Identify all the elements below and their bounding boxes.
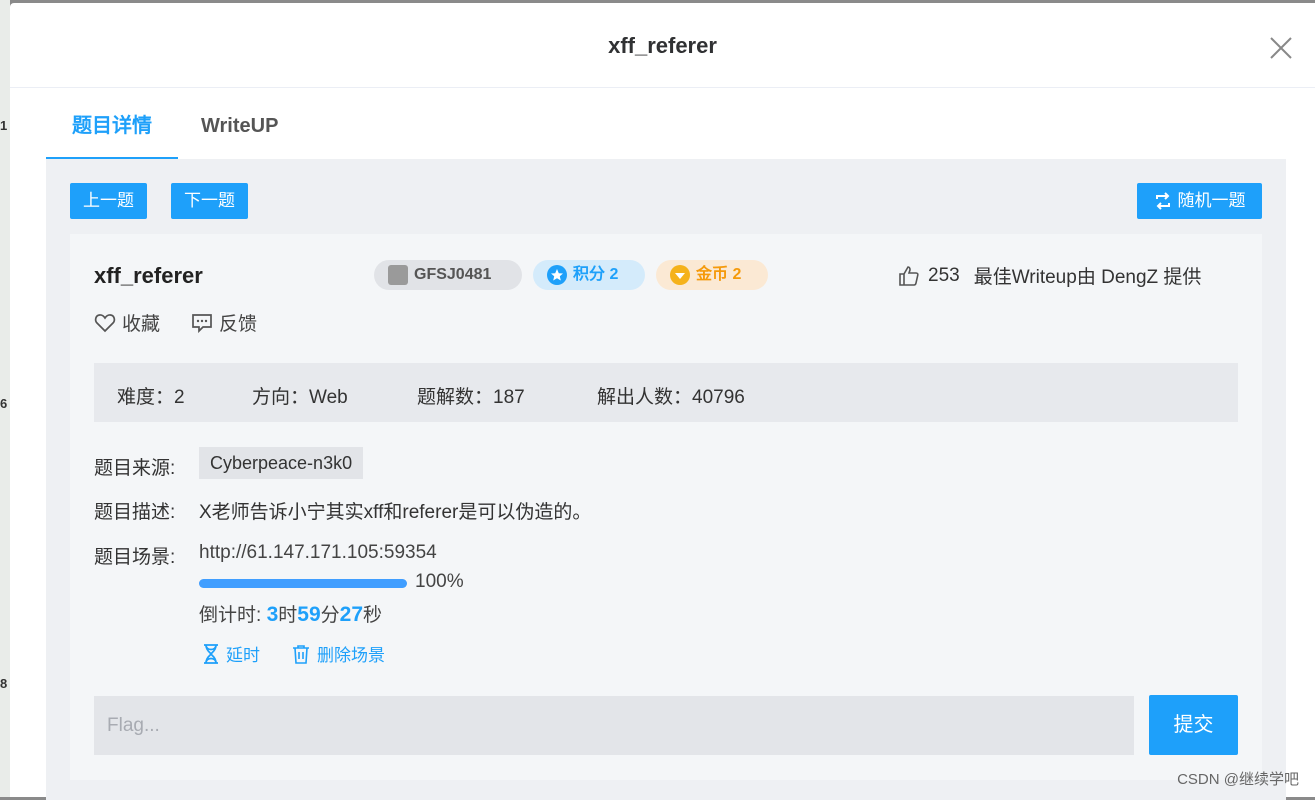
best-writeup-text: 最佳Writeup由 DengZ 提供 — [973, 267, 1202, 288]
challenge-stats-bar: 难度：2 方向：Web 题解数：187 解出人数：40796 — [94, 363, 1238, 422]
writeup-count-text: 题解数：187 — [417, 387, 525, 408]
thumbs-up-icon[interactable] — [898, 265, 920, 287]
score-text: 积分 2 — [573, 266, 619, 283]
random-challenge-label: 随机一题 — [1177, 191, 1246, 210]
countdown-timer: 倒计时: 3时59分27秒 — [199, 600, 382, 627]
tab-bar: 题目详情 WriteUP — [46, 89, 1286, 160]
watermark: CSDN @继续学吧 — [1177, 771, 1299, 788]
challenge-id-badge: GFSJ0481 — [374, 260, 522, 290]
modal-header: xff_referer — [10, 3, 1315, 88]
countdown-prefix: 倒计时: — [199, 605, 267, 626]
challenge-modal: xff_referer 题目详情 WriteUP 上一题 下一题 随机一题 xf… — [10, 3, 1315, 800]
tab-challenge-details[interactable]: 题目详情 — [46, 89, 178, 160]
challenge-id-text: GFSJ0481 — [414, 266, 492, 283]
feedback-button[interactable]: 反馈 — [191, 309, 257, 336]
challenge-panel: 上一题 下一题 随机一题 xff_referer GFSJ0481 积分 2 金… — [46, 159, 1286, 800]
delete-scene-label: 删除场景 — [317, 646, 385, 665]
delete-scene-button[interactable]: 删除场景 — [291, 641, 385, 666]
likes-count: 253 — [928, 264, 960, 286]
scene-progress-bar — [199, 579, 407, 588]
countdown-minutes-unit: 分 — [320, 605, 340, 626]
feedback-label: 反馈 — [219, 314, 258, 335]
heart-icon — [94, 313, 122, 333]
coin-icon — [670, 265, 690, 285]
challenge-card: xff_referer GFSJ0481 积分 2 金币 2 253 最佳Wri… — [70, 234, 1262, 780]
countdown-minutes: 59 — [297, 603, 321, 626]
shuffle-icon — [1154, 192, 1172, 210]
star-icon — [547, 265, 567, 285]
random-challenge-button[interactable]: 随机一题 — [1137, 183, 1262, 219]
tab-writeup[interactable]: WriteUP — [201, 89, 278, 157]
comment-icon — [191, 313, 219, 333]
countdown-hours-unit: 时 — [278, 605, 298, 626]
scene-progress-text: 100% — [415, 571, 464, 592]
favorite-button[interactable]: 收藏 — [94, 309, 160, 336]
scene-progress-fill — [199, 579, 407, 588]
scene-url-link[interactable]: http://61.147.171.105:59354 — [199, 542, 437, 564]
close-icon[interactable] — [1269, 36, 1293, 60]
coin-badge: 金币 2 — [656, 260, 768, 290]
background-row-number: 1 — [0, 118, 8, 133]
countdown-seconds-unit: 秒 — [363, 605, 383, 626]
trash-icon — [291, 644, 317, 664]
extend-time-button[interactable]: 延时 — [202, 641, 260, 666]
prev-challenge-button[interactable]: 上一题 — [70, 183, 147, 219]
background-row-number: 8 — [0, 676, 8, 691]
modal-title: xff_referer — [608, 33, 717, 58]
hourglass-icon — [202, 643, 226, 664]
challenge-name: xff_referer — [94, 263, 203, 288]
description-label: 题目描述: — [94, 502, 176, 523]
scene-label: 题目场景: — [94, 547, 176, 568]
countdown-hours: 3 — [266, 603, 279, 626]
countdown-seconds: 27 — [339, 603, 363, 626]
description-text: X老师告诉小宁其实xff和referer是可以伪造的。 — [199, 502, 592, 523]
source-label: 题目来源: — [94, 458, 176, 479]
challenge-avatar-icon — [388, 265, 408, 285]
flag-input[interactable] — [94, 696, 1134, 755]
extend-time-label: 延时 — [226, 646, 260, 665]
submit-flag-button[interactable]: 提交 — [1149, 695, 1238, 755]
direction-text: 方向：Web — [252, 387, 348, 408]
background-row-number: 6 — [0, 396, 8, 411]
next-challenge-button[interactable]: 下一题 — [171, 183, 248, 219]
difficulty-text: 难度：2 — [117, 387, 185, 408]
solver-count-text: 解出人数：40796 — [597, 387, 745, 408]
coin-text: 金币 2 — [696, 266, 742, 283]
score-badge: 积分 2 — [533, 260, 645, 290]
likes-info: 253 最佳Writeup由 DengZ 提供 — [898, 262, 1201, 289]
favorite-label: 收藏 — [122, 314, 161, 335]
source-tag: Cyberpeace-n3k0 — [199, 447, 364, 479]
